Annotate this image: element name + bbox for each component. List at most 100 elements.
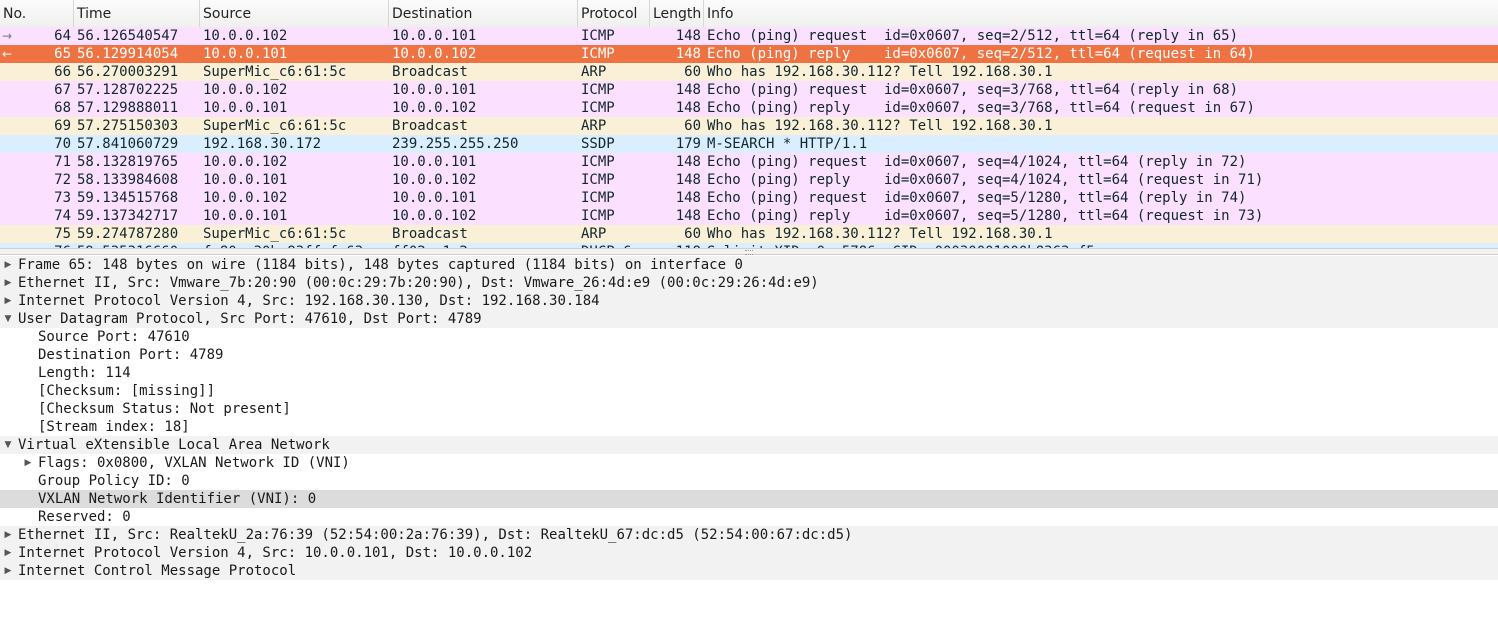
packet-row[interactable]: → 64 56.126540547 10.0.0.102 10.0.0.101 ICMP 1… (0, 27, 1498, 45)
column-header-no[interactable]: No. (0, 0, 74, 27)
detail-row[interactable]: [Checksum: [missing]] (0, 382, 1498, 400)
detail-row[interactable]: ▶ Frame 65: 148 bytes on wire (1184 bits)… (0, 256, 1498, 274)
cell-destination: Broadcast (392, 226, 468, 242)
detail-row[interactable]: Length: 114 (0, 364, 1498, 382)
column-header-destination[interactable]: Destination (389, 0, 578, 27)
cell-info: Who has 192.168.30.112? Tell 192.168.30.… (707, 118, 1053, 134)
packet-details-pane[interactable]: ▶ Frame 65: 148 bytes on wire (1184 bits)… (0, 256, 1498, 619)
expand-arrow-right-icon[interactable]: ▶ (2, 274, 14, 292)
detail-text: VXLAN Network Identifier (VNI): 0 (38, 491, 317, 507)
cell-length: 60 (684, 226, 701, 242)
expand-arrow-right-icon[interactable]: ▶ (2, 544, 14, 562)
column-header-length[interactable]: Length (650, 0, 704, 27)
cell-length: 60 (684, 118, 701, 134)
cell-source: 10.0.0.101 (203, 172, 288, 188)
packet-row[interactable]: 69 57.275150303 SuperMic_c6:61:5c Broadcast… (0, 117, 1498, 135)
cell-length: 148 (675, 208, 701, 224)
detail-row[interactable]: ▼ Virtual eXtensible Local Area Network (0, 436, 1498, 454)
column-header-info[interactable]: Info (704, 0, 1498, 27)
detail-row[interactable]: Group Policy ID: 0 (0, 472, 1498, 490)
packet-row[interactable]: 73 59.134515768 10.0.0.102 10.0.0.101 ICMP 14… (0, 189, 1498, 207)
cell-length: 60 (684, 64, 701, 80)
expand-arrow-right-icon[interactable]: ▶ (22, 454, 34, 472)
detail-row[interactable]: ▶ Internet Protocol Version 4, Src: 192.1… (0, 292, 1498, 310)
packet-list-pane[interactable]: No. Time Source Destination Protocol Len… (0, 0, 1498, 252)
cell-no: 72 (54, 172, 71, 188)
cell-destination: Broadcast (392, 118, 468, 134)
cell-time: 56.126540547 (77, 28, 179, 44)
detail-text: Ethernet II, Src: RealtekU_2a:76:39 (52:… (18, 527, 853, 543)
cell-protocol: SSDP (581, 136, 615, 152)
pane-splitter[interactable] (0, 248, 1498, 255)
expand-arrow-right-icon[interactable]: ▶ (2, 256, 14, 274)
detail-text: User Datagram Protocol, Src Port: 47610,… (18, 311, 482, 327)
detail-text: [Stream index: 18] (38, 419, 190, 435)
cell-source: 10.0.0.101 (203, 46, 288, 62)
cell-info: Echo (ping) request id=0x0607, seq=2/512… (707, 28, 1239, 44)
packet-row[interactable]: 66 56.270003291 SuperMic_c6:61:5c Broadcast… (0, 63, 1498, 81)
packet-row[interactable]: 72 58.133984608 10.0.0.101 10.0.0.102 ICMP 14… (0, 171, 1498, 189)
cell-info: Echo (ping) request id=0x0607, seq=4/102… (707, 154, 1247, 170)
cell-protocol: ARP (581, 64, 607, 80)
packet-row[interactable]: 71 58.132819765 10.0.0.102 10.0.0.101 ICMP 14… (0, 153, 1498, 171)
column-header-protocol[interactable]: Protocol (578, 0, 650, 27)
detail-row[interactable]: Destination Port: 4789 (0, 346, 1498, 364)
detail-row[interactable]: ▼ User Datagram Protocol, Src Port: 47610… (0, 310, 1498, 328)
expand-arrow-right-icon[interactable]: ▶ (2, 292, 14, 310)
cell-info: Who has 192.168.30.112? Tell 192.168.30.… (707, 226, 1053, 242)
detail-row[interactable]: Reserved: 0 (0, 508, 1498, 526)
detail-row[interactable]: ▶ Ethernet II, Src: Vmware_7b:20:90 (00:0… (0, 274, 1498, 292)
detail-text: Ethernet II, Src: Vmware_7b:20:90 (00:0c… (18, 275, 819, 291)
cell-destination: 10.0.0.101 (392, 82, 477, 98)
cell-protocol: ICMP (581, 190, 615, 206)
cell-protocol: ICMP (581, 172, 615, 188)
detail-text: Virtual eXtensible Local Area Network (18, 437, 330, 453)
cell-source: 10.0.0.101 (203, 208, 288, 224)
detail-text: Reserved: 0 (38, 509, 131, 525)
cell-protocol: ICMP (581, 82, 615, 98)
detail-row[interactable]: ▶ Flags: 0x0800, VXLAN Network ID (VNI) (0, 454, 1498, 472)
cell-destination: Broadcast (392, 64, 468, 80)
detail-row[interactable]: [Checksum Status: Not present] (0, 400, 1498, 418)
splitter-grip[interactable] (745, 250, 753, 255)
detail-text: Internet Protocol Version 4, Src: 10.0.0… (18, 545, 533, 561)
cell-info: Echo (ping) request id=0x0607, seq=5/128… (707, 190, 1247, 206)
packet-row[interactable]: 68 57.129888011 10.0.0.101 10.0.0.102 ICMP 14… (0, 99, 1498, 117)
column-header-time[interactable]: Time (74, 0, 200, 27)
packet-row-selected[interactable]: ← 65 56.129914054 10.0.0.101 10.0.0.102 ICMP 1… (0, 45, 1498, 63)
detail-row[interactable]: ▶ Internet Protocol Version 4, Src: 10.0.… (0, 544, 1498, 562)
detail-row-selected[interactable]: VXLAN Network Identifier (VNI): 0 (0, 490, 1498, 508)
cell-destination: 10.0.0.102 (392, 172, 477, 188)
cell-info: Echo (ping) reply id=0x0607, seq=3/768, … (707, 100, 1255, 116)
cell-length: 148 (675, 190, 701, 206)
detail-row[interactable]: Source Port: 47610 (0, 328, 1498, 346)
detail-text: Length: 114 (38, 365, 131, 381)
cell-time: 57.275150303 (77, 118, 179, 134)
detail-row[interactable]: ▶ Ethernet II, Src: RealtekU_2a:76:39 (52… (0, 526, 1498, 544)
detail-row[interactable]: [Stream index: 18] (0, 418, 1498, 436)
column-header-source[interactable]: Source (200, 0, 389, 27)
detail-text: Internet Protocol Version 4, Src: 192.16… (18, 293, 600, 309)
cell-source: 10.0.0.102 (203, 190, 288, 206)
expand-arrow-down-icon[interactable]: ▼ (2, 310, 14, 328)
cell-source: SuperMic_c6:61:5c (203, 64, 347, 80)
cell-no: 67 (54, 82, 71, 98)
cell-protocol: ICMP (581, 154, 615, 170)
expand-arrow-right-icon[interactable]: ▶ (2, 562, 14, 580)
cell-destination: 10.0.0.101 (392, 190, 477, 206)
cell-time: 57.128702225 (77, 82, 179, 98)
detail-row[interactable]: ▶ Internet Control Message Protocol (0, 562, 1498, 580)
detail-text: Destination Port: 4789 (38, 347, 224, 363)
cell-time: 56.270003291 (77, 64, 179, 80)
packet-row[interactable]: 67 57.128702225 10.0.0.102 10.0.0.101 ICMP 14… (0, 81, 1498, 99)
packet-row[interactable]: 75 59.274787280 SuperMic_c6:61:5c Broadcast… (0, 225, 1498, 243)
packet-row[interactable]: 70 57.841060729 192.168.30.172 239.255.255.… (0, 135, 1498, 153)
detail-text: Group Policy ID: 0 (38, 473, 190, 489)
cell-protocol: ICMP (581, 46, 615, 62)
packet-list-header: No. Time Source Destination Protocol Len… (0, 0, 1498, 28)
packet-row[interactable]: 74 59.137342717 10.0.0.101 10.0.0.102 ICMP 14… (0, 207, 1498, 225)
detail-text: Source Port: 47610 (38, 329, 190, 345)
cell-source: 10.0.0.102 (203, 154, 288, 170)
expand-arrow-down-icon[interactable]: ▼ (2, 436, 14, 454)
expand-arrow-right-icon[interactable]: ▶ (2, 526, 14, 544)
